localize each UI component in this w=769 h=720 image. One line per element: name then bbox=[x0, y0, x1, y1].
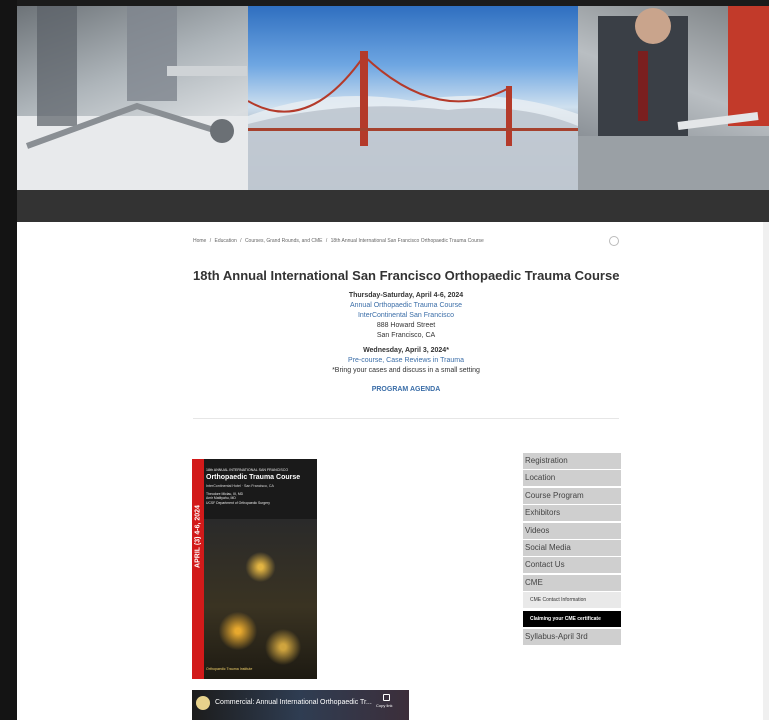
sidebar-item-videos[interactable]: Videos bbox=[523, 522, 621, 539]
sidebar-item-syllabus[interactable]: Syllabus-April 3rd bbox=[523, 629, 621, 646]
poster-name: UCSF Department of Orthopaedic Surgery bbox=[206, 500, 270, 505]
poster-location: InterContinental Hotel · San Francisco, … bbox=[206, 484, 274, 488]
precourse-date: Wednesday, April 3, 2024* bbox=[363, 347, 449, 354]
video-title[interactable]: Commercial: Annual International Orthopa… bbox=[215, 699, 372, 706]
sidebar-item-location[interactable]: Location bbox=[523, 470, 621, 487]
poster-title: Orthopaedic Trauma Course bbox=[206, 474, 301, 481]
course-dates: Thursday-Saturday, April 4-6, 2024 bbox=[348, 292, 464, 299]
sidebar-item-social-media[interactable]: Social Media bbox=[523, 539, 621, 556]
sidebar-subitem-cme-contact[interactable]: CME Contact Information bbox=[523, 592, 621, 609]
hero-photo-golden-gate-bridge bbox=[248, 6, 578, 190]
breadcrumb-education[interactable]: Education bbox=[215, 238, 237, 244]
poster-footer: Orthopaedic Trauma Institute bbox=[206, 667, 253, 671]
address-street: 888 Howard Street bbox=[376, 322, 436, 329]
breadcrumb-courses[interactable]: Courses, Grand Rounds, and CME bbox=[245, 238, 323, 244]
venue-link[interactable]: InterContinental San Francisco bbox=[193, 312, 619, 319]
sidebar-item-course-program[interactable]: Course Program bbox=[523, 487, 621, 504]
course-poster: APRIL (3) 4-6, 2024 18th ANNUAL INTERNAT… bbox=[192, 459, 317, 679]
video-embed[interactable]: Commercial: Annual International Orthopa… bbox=[192, 690, 409, 720]
sidebar-item-exhibitors[interactable]: Exhibitors bbox=[523, 505, 621, 522]
poster-date-text: APRIL (3) 4-6, 2024 bbox=[194, 505, 202, 568]
poster-city-photo bbox=[204, 519, 317, 679]
poster-names: Theodore Miclau, III, MD Amir Matityahu,… bbox=[206, 492, 270, 505]
sidebar-item-contact-us[interactable]: Contact Us bbox=[523, 557, 621, 574]
copy-link-label[interactable]: Copy link bbox=[376, 703, 392, 708]
surgical-training-illustration bbox=[17, 6, 248, 190]
breadcrumb-current-page: 18th Annual International San Francisco … bbox=[330, 238, 484, 244]
edit-icon[interactable] bbox=[609, 236, 619, 246]
left-edge-strip bbox=[0, 0, 17, 720]
breadcrumb-separator: / bbox=[240, 238, 242, 244]
sidebar-subitem-claim-cme[interactable]: Claiming your CME certificate bbox=[523, 610, 621, 627]
program-agenda-link[interactable]: PROGRAM AGENDA bbox=[372, 386, 441, 393]
hero-banner bbox=[17, 0, 769, 222]
page-title: 18th Annual International San Francisco … bbox=[193, 268, 620, 283]
hero-photo-surgical-training bbox=[17, 6, 248, 190]
hero-photo-workshop-instructor bbox=[578, 6, 769, 190]
copy-icon[interactable] bbox=[383, 694, 390, 701]
section-divider bbox=[193, 418, 619, 419]
channel-avatar bbox=[196, 696, 210, 710]
breadcrumb-separator: / bbox=[325, 238, 328, 244]
course-link[interactable]: Annual Orthopaedic Trauma Course bbox=[193, 302, 619, 309]
sidebar-nav: Registration Location Course Program Exh… bbox=[523, 453, 621, 647]
workshop-instructor-illustration bbox=[578, 6, 769, 190]
sidebar-item-cme[interactable]: CME bbox=[523, 574, 621, 591]
breadcrumb-home[interactable]: Home bbox=[193, 238, 206, 244]
address-city: San Francisco, CA bbox=[376, 332, 436, 339]
golden-gate-bridge-illustration bbox=[248, 51, 578, 190]
hero-footer-bar bbox=[17, 190, 769, 222]
breadcrumb-separator: / bbox=[209, 238, 212, 244]
precourse-link[interactable]: Pre-course, Case Reviews in Trauma bbox=[193, 357, 619, 364]
poster-header: 18th ANNUAL INTERNATIONAL SAN FRANCISCO bbox=[206, 468, 289, 472]
precourse-note: *Bring your cases and discuss in a small… bbox=[332, 367, 480, 374]
breadcrumb: Home / Education / Courses, Grand Rounds… bbox=[193, 238, 486, 244]
sidebar-item-registration[interactable]: Registration bbox=[523, 453, 621, 469]
